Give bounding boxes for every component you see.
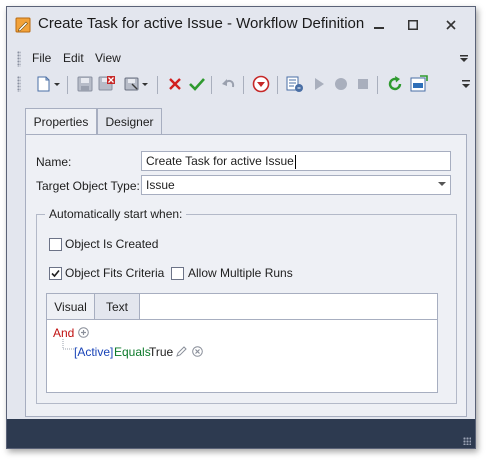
auto-start-group-title: Automatically start when: xyxy=(45,207,187,221)
criteria-editor-tabs: Visual Text xyxy=(47,294,437,320)
workflow-task-icon xyxy=(15,17,31,33)
menu-file[interactable]: File xyxy=(32,51,51,65)
tab-visual[interactable]: Visual xyxy=(47,294,95,319)
remove-condition-icon[interactable] xyxy=(192,346,203,357)
criteria-editor: Visual Text And [Active] Equals True xyxy=(46,293,438,393)
stop-button[interactable] xyxy=(331,74,351,94)
toolbar-separator xyxy=(377,76,378,94)
object-fits-criteria-label[interactable]: Object Fits Criteria xyxy=(65,266,164,280)
delete-button[interactable] xyxy=(165,74,185,94)
save-and-close-icon xyxy=(98,76,115,91)
edit-pencil-icon[interactable] xyxy=(175,346,187,358)
menu-overflow-icon[interactable] xyxy=(460,55,468,63)
text-caret xyxy=(294,154,296,169)
save-button[interactable] xyxy=(75,74,95,94)
cancel-changes-button[interactable] xyxy=(251,74,271,94)
save-options-button[interactable] xyxy=(123,74,151,94)
tab-text[interactable]: Text xyxy=(95,294,140,319)
toolbar-overflow-icon[interactable] xyxy=(461,79,471,91)
window-title: Create Task for active Issue - Workflow … xyxy=(38,15,365,32)
arrow-down-circle-icon xyxy=(252,75,270,93)
stop-all-button[interactable] xyxy=(353,74,373,94)
refresh-icon xyxy=(388,76,402,91)
new-document-icon xyxy=(37,76,60,92)
menu-bar: File Edit View xyxy=(15,49,468,69)
checkmark-icon xyxy=(51,269,60,278)
target-object-type-select[interactable]: Issue xyxy=(141,175,451,195)
maximize-button[interactable] xyxy=(397,13,429,37)
save-and-close-button[interactable] xyxy=(97,74,117,94)
target-object-type-value: Issue xyxy=(146,178,175,192)
properties-panel: Name: Create Task for active Issue Targe… xyxy=(25,134,467,417)
save-options-icon xyxy=(124,77,148,91)
toolbar xyxy=(15,71,470,99)
tree-connector-line xyxy=(62,339,74,350)
show-log-button[interactable] xyxy=(285,74,305,94)
toolbar-separator xyxy=(277,76,278,94)
menu-edit[interactable]: Edit xyxy=(63,51,84,65)
refresh-button[interactable] xyxy=(385,74,405,94)
resize-grip-icon[interactable] xyxy=(463,437,471,445)
workflow-definition-window: Create Task for active Issue - Workflow … xyxy=(6,6,476,449)
maximize-icon xyxy=(408,20,418,30)
group-operator-and[interactable]: And xyxy=(53,326,74,340)
export-button[interactable] xyxy=(409,74,429,94)
condition-operator[interactable]: Equals xyxy=(114,345,151,359)
export-xml-icon xyxy=(410,75,428,92)
validate-button[interactable] xyxy=(187,74,207,94)
undo-button[interactable] xyxy=(219,74,239,94)
minimize-button[interactable] xyxy=(363,13,395,37)
new-document-button[interactable] xyxy=(35,74,63,94)
menu-view[interactable]: View xyxy=(95,51,121,65)
object-created-checkbox[interactable] xyxy=(49,238,62,251)
save-icon xyxy=(77,76,93,92)
circle-icon xyxy=(335,78,347,90)
toolbar-separator xyxy=(157,76,158,94)
allow-multiple-runs-checkbox[interactable] xyxy=(171,267,184,280)
name-input-value: Create Task for active Issue xyxy=(146,154,294,168)
auto-start-group: Automatically start when: Object Is Crea… xyxy=(36,207,457,404)
name-input[interactable]: Create Task for active Issue xyxy=(141,151,451,171)
allow-multiple-runs-label[interactable]: Allow Multiple Runs xyxy=(188,266,293,280)
close-button[interactable] xyxy=(435,13,467,37)
condition-value[interactable]: True xyxy=(149,345,173,359)
toolbar-separator xyxy=(243,76,244,94)
tab-designer[interactable]: Designer xyxy=(97,108,162,134)
tab-properties[interactable]: Properties xyxy=(25,108,97,135)
stop-square-icon xyxy=(358,79,368,89)
target-object-type-label: Target Object Type: xyxy=(36,179,140,193)
delete-icon xyxy=(169,78,181,90)
play-icon xyxy=(315,78,324,90)
title-bar[interactable]: Create Task for active Issue - Workflow … xyxy=(7,7,475,43)
menu-grip[interactable] xyxy=(17,51,21,67)
dropdown-arrow-icon[interactable] xyxy=(438,182,446,186)
checkmark-icon xyxy=(189,78,205,91)
object-fits-criteria-checkbox[interactable] xyxy=(49,267,62,280)
minimize-icon xyxy=(374,27,384,29)
name-label: Name: xyxy=(36,155,72,169)
toolbar-separator xyxy=(67,76,68,94)
status-bar xyxy=(7,419,475,448)
object-created-label[interactable]: Object Is Created xyxy=(65,237,158,251)
close-icon xyxy=(446,20,456,30)
condition-property[interactable]: [Active] xyxy=(74,345,113,359)
add-condition-icon[interactable] xyxy=(78,327,89,338)
run-button[interactable] xyxy=(309,74,329,94)
toolbar-separator xyxy=(211,76,212,94)
workflow-log-icon xyxy=(286,76,303,92)
undo-icon xyxy=(222,79,235,88)
toolbar-grip[interactable] xyxy=(17,76,21,92)
